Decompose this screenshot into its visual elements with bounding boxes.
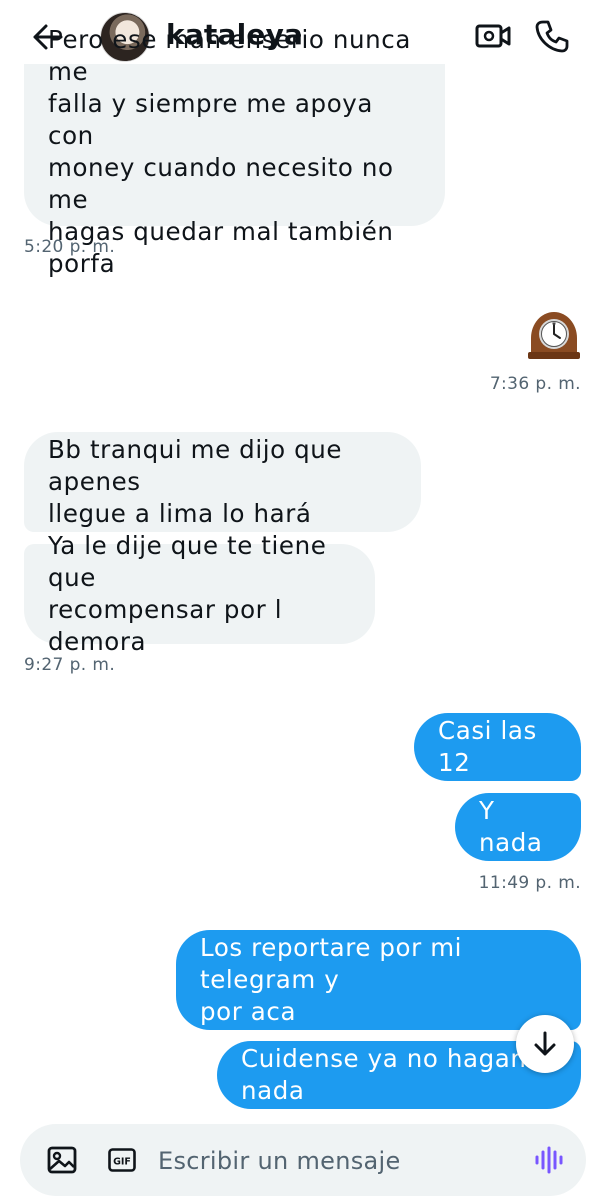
message-timestamp: 7:36 p. m.: [489, 374, 581, 394]
message-text-line: recompensar por l demora: [48, 595, 283, 656]
image-icon[interactable]: [46, 1144, 78, 1176]
message-text-line: Casi las 12: [438, 716, 537, 777]
mantelpiece-clock-icon[interactable]: [525, 304, 583, 362]
message-text-line: Cuidense ya no hagan nada: [241, 1044, 527, 1105]
message-input[interactable]: [156, 1140, 520, 1182]
message-timestamp: 11:49 p. m.: [478, 873, 581, 893]
gif-icon-label: GIF: [113, 1157, 131, 1168]
message-text-line: Ya le dije que te tiene que: [48, 531, 327, 592]
message-text-line: Los reportare por mi telegram y: [200, 933, 463, 994]
arrow-down-icon: [534, 1031, 556, 1056]
message-text-line: Bb tranqui me dijo que apenes: [48, 435, 343, 496]
message-text-line: money cuando necesito no me: [48, 153, 394, 214]
message-bubble-received[interactable]: Bb tranqui me dijo que apenes llegue a l…: [24, 432, 421, 532]
message-text-line: Y nada: [479, 796, 543, 857]
video-camera-icon[interactable]: [474, 20, 512, 52]
gif-icon[interactable]: GIF: [108, 1148, 136, 1172]
message-text-line: falla y siempre me apoya con: [48, 89, 373, 150]
message-text-line: llegue a lima lo hará: [48, 499, 312, 528]
message-text-line: por aca: [200, 997, 297, 1026]
message-bubble-sent[interactable]: Los reportare por mi telegram y por aca: [176, 930, 581, 1030]
phone-icon[interactable]: [534, 18, 570, 54]
message-bubble-sent[interactable]: Y nada: [455, 793, 581, 861]
message-timestamp: 9:27 p. m.: [24, 655, 116, 675]
message-composer: GIF: [20, 1124, 586, 1196]
message-bubble-received[interactable]: Pero ese man enserio nunca me falla y si…: [24, 25, 445, 278]
message-bubble-sent[interactable]: Casi las 12: [414, 713, 581, 781]
message-text-line: Pero ese man enserio nunca me: [48, 25, 411, 86]
message-bubble-received[interactable]: Ya le dije que te tiene que recompensar …: [24, 531, 375, 656]
voice-wave-icon[interactable]: [534, 1146, 564, 1174]
scroll-to-bottom-button[interactable]: [516, 1015, 574, 1073]
message-timestamp: 5:20 p. m.: [24, 237, 116, 257]
